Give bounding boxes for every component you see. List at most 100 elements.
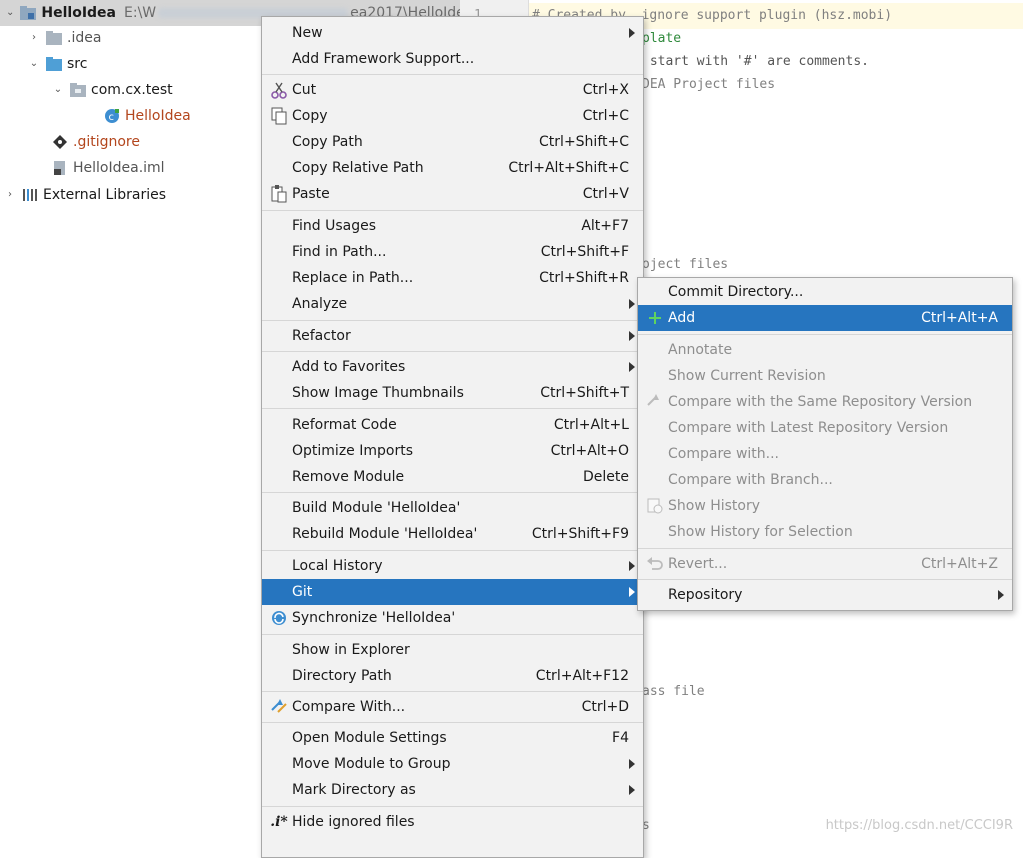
menu-item-directory-path[interactable]: Directory Path Ctrl+Alt+F12 [262,663,643,689]
menu-item-label: Add to Favorites [292,359,406,375]
compare-icon [268,696,290,718]
tree-item-gitignore[interactable]: .gitignore [52,129,140,155]
menu-item-shortcut: Ctrl+V [582,186,629,202]
menu-item-build-module[interactable]: Build Module 'HelloIdea' [262,495,643,521]
plus-icon [644,307,666,329]
menu-item-reformat-code[interactable]: Reformat Code Ctrl+Alt+L [262,412,643,438]
tree-item-src[interactable]: ⌄ src [28,51,88,77]
menu-item-label: Remove Module [292,469,405,485]
libraries-icon [22,188,38,202]
menu-item-new[interactable]: New [262,20,643,46]
menu-item-copy[interactable]: Copy Ctrl+C [262,103,643,129]
menu-item-move-module-to-group[interactable]: Move Module to Group [262,751,643,777]
git-item-add[interactable]: Add Ctrl+Alt+A [638,305,1012,331]
menu-item-label: Git [292,584,313,600]
menu-item-remove-module[interactable]: Remove Module Delete [262,464,643,490]
git-item-revert[interactable]: Revert... Ctrl+Alt+Z [638,551,1012,577]
menu-item-optimize-imports[interactable]: Optimize Imports Ctrl+Alt+O [262,438,643,464]
menu-item-synchronize[interactable]: Synchronize 'HelloIdea' [262,605,643,631]
menu-item-hide-ignored-files[interactable]: .i* Hide ignored files [262,809,643,835]
code-line[interactable]: ass file [642,684,705,699]
submenu-arrow-icon [629,28,635,38]
menu-item-label: Show History for Selection [668,524,853,540]
git-item-repository[interactable]: Repository [638,582,1012,608]
menu-separator [262,806,643,807]
tree-item-label: HelloIdea [125,108,191,124]
menu-separator [638,579,1012,580]
chevron-down-icon[interactable]: ⌄ [52,77,64,103]
menu-item-label: Compare with Branch... [668,472,833,488]
chevron-right-icon[interactable]: › [4,182,16,208]
git-item-commit-directory[interactable]: Commit Directory... [638,279,1012,305]
menu-item-add-to-favorites[interactable]: Add to Favorites [262,354,643,380]
git-item-compare-with[interactable]: Compare with... [638,441,1012,467]
menu-item-rebuild-module[interactable]: Rebuild Module 'HelloIdea' Ctrl+Shift+F9 [262,521,643,547]
paste-icon [268,183,290,205]
menu-item-find-in-path[interactable]: Find in Path... Ctrl+Shift+F [262,239,643,265]
git-item-show-history[interactable]: Show History [638,493,1012,519]
tree-item-label: .idea [67,30,102,46]
menu-item-compare-with[interactable]: Compare With... Ctrl+D [262,694,643,720]
tree-item-iml[interactable]: HelloIdea.iml [52,155,165,181]
menu-item-git[interactable]: Git [262,579,643,605]
code-line[interactable]: start with '#' are comments. [642,54,869,69]
menu-item-open-module-settings[interactable]: Open Module Settings F4 [262,725,643,751]
menu-item-shortcut: Ctrl+Shift+T [540,385,629,401]
menu-item-local-history[interactable]: Local History [262,553,643,579]
tree-item-class[interactable]: c HelloIdea [104,103,191,129]
menu-item-analyze[interactable]: Analyze [262,291,643,317]
menu-item-find-usages[interactable]: Find Usages Alt+F7 [262,213,643,239]
tree-item-package[interactable]: ⌄ com.cx.test [52,77,173,103]
code-line[interactable]: plate [642,31,681,46]
menu-item-label: Find in Path... [292,244,387,260]
menu-item-paste[interactable]: Paste Ctrl+V [262,181,643,207]
watermark: https://blog.csdn.net/CCCI9R [825,818,1013,833]
git-item-compare-latest-repository-version[interactable]: Compare with Latest Repository Version [638,415,1012,441]
git-item-annotate[interactable]: Annotate [638,337,1012,363]
menu-item-show-image-thumbnails[interactable]: Show Image Thumbnails Ctrl+Shift+T [262,380,643,406]
menu-separator [262,634,643,635]
menu-item-label: Repository [668,587,743,603]
menu-item-mark-directory-as[interactable]: Mark Directory as [262,777,643,803]
menu-item-shortcut: Ctrl+Shift+F9 [531,526,629,542]
context-menu: New Add Framework Support... Cut Ctrl+X C… [261,16,644,858]
menu-item-shortcut: F4 [612,730,629,746]
submenu-arrow-icon [629,299,635,309]
menu-item-replace-in-path[interactable]: Replace in Path... Ctrl+Shift+R [262,265,643,291]
git-item-compare-same-repository-version[interactable]: Compare with the Same Repository Version [638,389,1012,415]
menu-item-refactor[interactable]: Refactor [262,323,643,349]
menu-item-copy-path[interactable]: Copy Path Ctrl+Shift+C [262,129,643,155]
menu-item-copy-relative-path[interactable]: Copy Relative Path Ctrl+Alt+Shift+C [262,155,643,181]
folder-icon [46,31,62,45]
chevron-down-icon[interactable]: ⌄ [6,0,14,26]
menu-item-label: Mark Directory as [292,782,416,798]
menu-item-cut[interactable]: Cut Ctrl+X [262,77,643,103]
menu-item-show-in-explorer[interactable]: Show in Explorer [262,637,643,663]
submenu-arrow-icon [629,331,635,341]
module-file-icon [52,160,68,176]
git-item-compare-with-branch[interactable]: Compare with Branch... [638,467,1012,493]
menu-separator [638,548,1012,549]
chevron-down-icon[interactable]: ⌄ [28,51,40,77]
git-item-show-current-revision[interactable]: Show Current Revision [638,363,1012,389]
tree-item-idea[interactable]: › .idea [28,25,101,51]
gitignore-icon [52,134,68,150]
menu-item-label: Local History [292,558,383,574]
git-item-show-history-for-selection[interactable]: Show History for Selection [638,519,1012,545]
menu-item-add-framework-support[interactable]: Add Framework Support... [262,46,643,72]
tree-item-label: External Libraries [43,187,166,203]
menu-item-label: Copy [292,108,328,124]
code-line[interactable]: oject files [642,257,728,272]
menu-item-label: Refactor [292,328,351,344]
tree-item-label: src [67,56,88,72]
menu-item-shortcut: Ctrl+Alt+A [921,310,998,326]
menu-item-label: Show Current Revision [668,368,826,384]
code-line[interactable]: DEA Project files [642,77,775,92]
chevron-right-icon[interactable]: › [28,25,40,51]
tree-item-label: HelloIdea.iml [73,160,165,176]
submenu-arrow-icon [998,590,1004,600]
menu-item-label: Analyze [292,296,348,312]
ignore-file-icon: .i* [270,814,288,830]
menu-item-label: Rebuild Module 'HelloIdea' [292,526,478,542]
tree-item-external-libraries[interactable]: › External Libraries [4,182,166,208]
